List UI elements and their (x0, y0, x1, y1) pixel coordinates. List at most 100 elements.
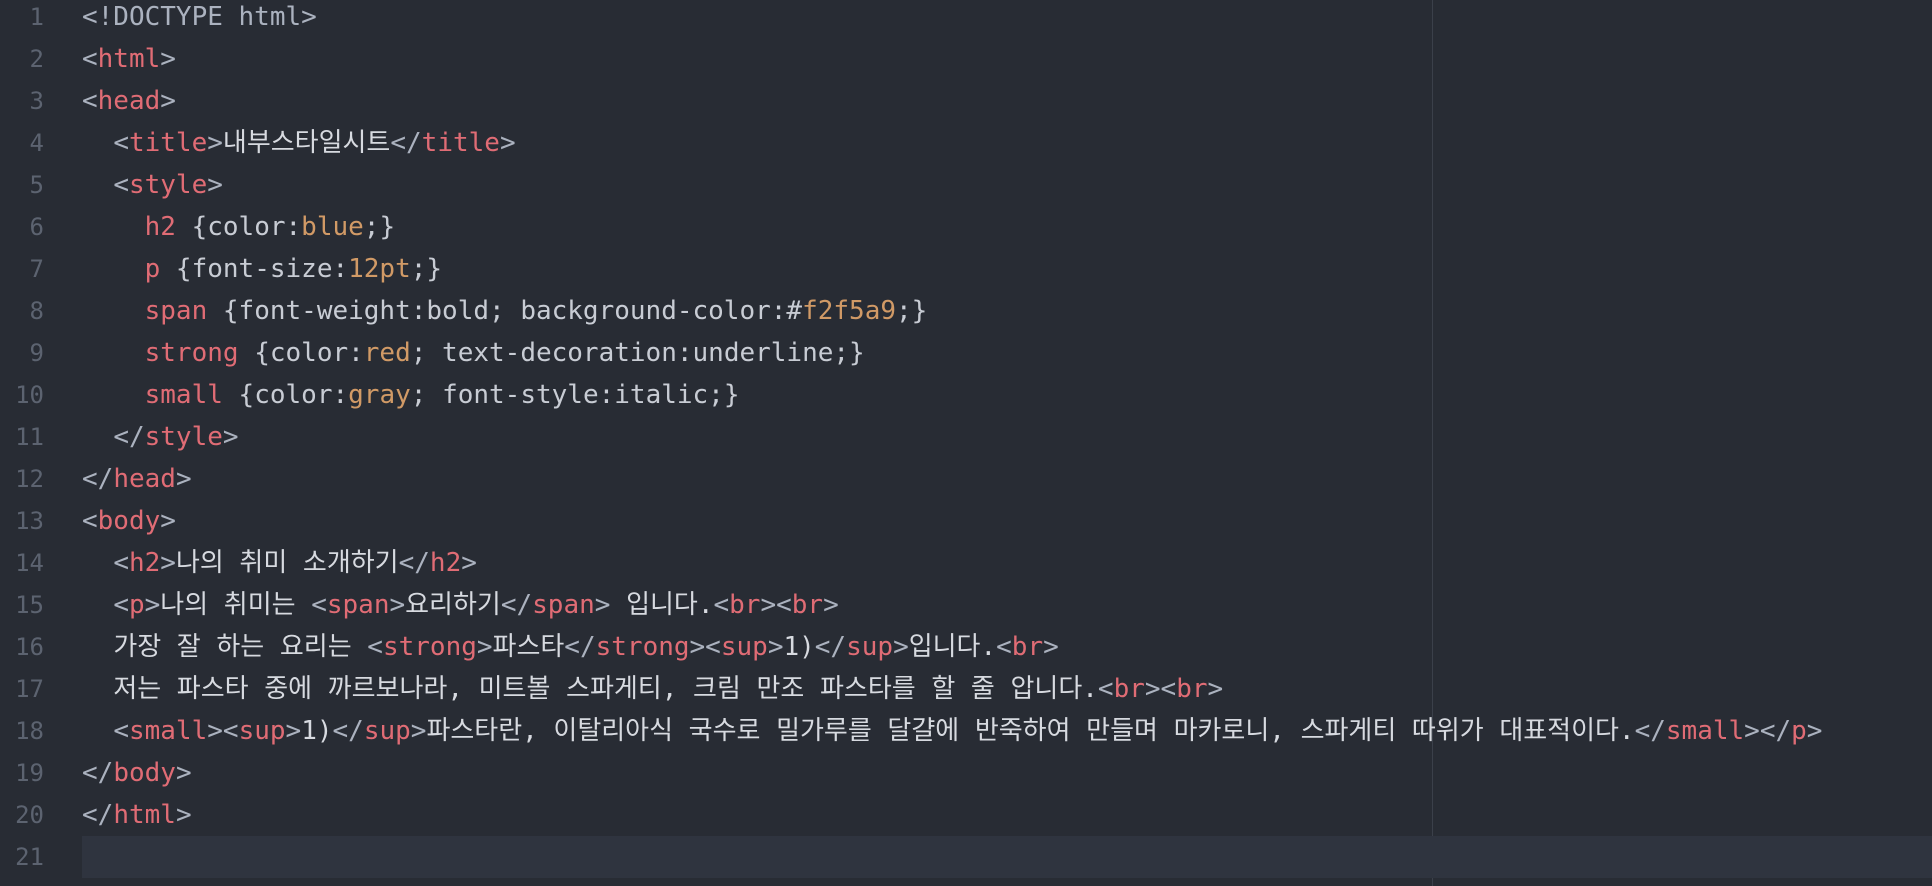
code-text[interactable]: strong {color:red; text-decoration:under… (82, 332, 1932, 374)
token-text: 나의 취미 소개하기 (175, 548, 399, 578)
token-tag: p (144, 254, 161, 284)
token-punc: > (461, 548, 477, 578)
token-tag: title (421, 128, 500, 158)
line-number: 1 (29, 3, 44, 31)
code-line[interactable]: 7 p {font-size:12pt;} (0, 248, 1932, 290)
code-text[interactable]: p {font-size:12pt;} (82, 248, 1932, 290)
token-tag: style (144, 422, 223, 452)
code-line[interactable]: 17 저는 파스타 중에 까르보나라, 미트볼 스파게티, 크림 만조 파스타를… (0, 668, 1932, 710)
code-text[interactable]: 저는 파스타 중에 까르보나라, 미트볼 스파게티, 크림 만조 파스타를 할 … (82, 668, 1932, 710)
token-text: 입니다. (908, 632, 997, 662)
token-tag: html (113, 800, 176, 830)
token-prop: ; text-decoration:underline;} (410, 338, 865, 368)
token-val: f2f5a9 (802, 296, 896, 326)
token-punc: < (713, 590, 730, 620)
code-line[interactable]: 13 <body> (0, 500, 1932, 542)
token-punc: ></ (1744, 716, 1792, 746)
code-line[interactable]: 12 </head> (0, 458, 1932, 500)
token-prop: {color: (222, 380, 349, 410)
code-line[interactable]: 18 <small><sup>1)</sup>파스타란, 이탈리아식 국수로 밀… (0, 710, 1932, 752)
code-line[interactable]: 10 small {color:gray; font-style:italic;… (0, 374, 1932, 416)
token-punc: > (144, 590, 161, 620)
code-text[interactable]: <style> (82, 164, 1932, 206)
code-text[interactable]: <small><sup>1)</sup>파스타란, 이탈리아식 국수로 밀가루를… (82, 710, 1932, 752)
code-text[interactable]: </html> (82, 794, 1932, 836)
line-number: 3 (29, 87, 44, 115)
code-text[interactable]: <head> (82, 80, 1932, 122)
token-punc: > (222, 422, 239, 452)
token-punc: < (82, 506, 98, 536)
code-text[interactable]: <title>내부스타일시트</title> (82, 122, 1932, 164)
code-text[interactable]: <h2>나의 취미 소개하기</h2> (82, 542, 1932, 584)
token-tag: small (144, 380, 223, 410)
code-text[interactable]: span {font-weight:bold; background-color… (82, 290, 1932, 332)
token-punc: < (367, 632, 383, 662)
code-line[interactable]: 1 <!DOCTYPE html> (0, 0, 1932, 38)
code-line[interactable]: 9 strong {color:red; text-decoration:und… (0, 332, 1932, 374)
token-prop: ;} (896, 296, 928, 326)
code-text[interactable]: 가장 잘 하는 요리는 <strong>파스타</strong><sup>1)<… (82, 626, 1932, 668)
token-text: 1) (301, 716, 333, 746)
token-punc: > (207, 128, 223, 158)
code-text[interactable]: </style> (82, 416, 1932, 458)
code-text[interactable]: h2 {color:blue;} (82, 206, 1932, 248)
token-punc: > (594, 590, 611, 620)
code-line[interactable]: 6 h2 {color:blue;} (0, 206, 1932, 248)
code-editor[interactable]: 1 <!DOCTYPE html> 2 <html> 3 <head> 4 <title>내… (0, 0, 1932, 886)
code-line[interactable]: 21 (0, 836, 1932, 878)
code-text[interactable]: <p>나의 취미는 <span>요리하기</span> 입니다.<br><br> (82, 584, 1932, 626)
code-text[interactable]: <html> (82, 38, 1932, 80)
line-number: 19 (15, 759, 44, 787)
token-tag: h2 (128, 548, 161, 578)
code-text[interactable] (82, 836, 1932, 878)
code-line[interactable]: 5 <style> (0, 164, 1932, 206)
token-punc: > (823, 590, 839, 620)
token-tag: br (729, 590, 761, 620)
token-text: 1) (783, 632, 815, 662)
code-line[interactable]: 14 <h2>나의 취미 소개하기</h2> (0, 542, 1932, 584)
token-tag: span (144, 296, 208, 326)
token-punc: > (175, 758, 192, 788)
code-text[interactable]: small {color:gray; font-style:italic;} (82, 374, 1932, 416)
code-line[interactable]: 16 가장 잘 하는 요리는 <strong>파스타</strong><sup>… (0, 626, 1932, 668)
token-punc: </ (814, 632, 847, 662)
token-punc: < (113, 128, 129, 158)
token-tag: span (532, 590, 595, 620)
code-text[interactable]: </body> (82, 752, 1932, 794)
code-line[interactable]: 15 <p>나의 취미는 <span>요리하기</span> 입니다.<br><… (0, 584, 1932, 626)
token-punc: > (1207, 674, 1224, 704)
token-prop: ;} (363, 212, 396, 242)
token-text: 파스타 (492, 632, 565, 662)
token-punc: > (285, 716, 302, 746)
code-line[interactable]: 4 <title>내부스타일시트</title> (0, 122, 1932, 164)
code-text[interactable]: </head> (82, 458, 1932, 500)
token-punc: </ (1634, 716, 1666, 746)
code-text[interactable]: <body> (82, 500, 1932, 542)
token-punc: > (389, 590, 406, 620)
token-tag: head (97, 86, 161, 116)
code-line[interactable]: 2 <html> (0, 38, 1932, 80)
code-text[interactable]: <!DOCTYPE html> (82, 0, 1932, 38)
token-punc: > (160, 548, 176, 578)
token-tag: sup (846, 632, 894, 662)
code-line[interactable]: 8 span {font-weight:bold; background-col… (0, 290, 1932, 332)
line-number: 21 (15, 843, 44, 871)
token-punc: </ (390, 128, 422, 158)
line-number: 18 (15, 717, 44, 745)
token-punc: > (499, 128, 516, 158)
token-tag: head (113, 464, 176, 494)
code-line[interactable]: 3 <head> (0, 80, 1932, 122)
code-line[interactable]: 20 </html> (0, 794, 1932, 836)
token-punc: < (113, 548, 129, 578)
token-prop: {color: (175, 212, 302, 242)
code-line[interactable]: 11 </style> (0, 416, 1932, 458)
code-line[interactable]: 19 </body> (0, 752, 1932, 794)
token-punc: > (175, 800, 192, 830)
token-punc: </ (113, 422, 145, 452)
